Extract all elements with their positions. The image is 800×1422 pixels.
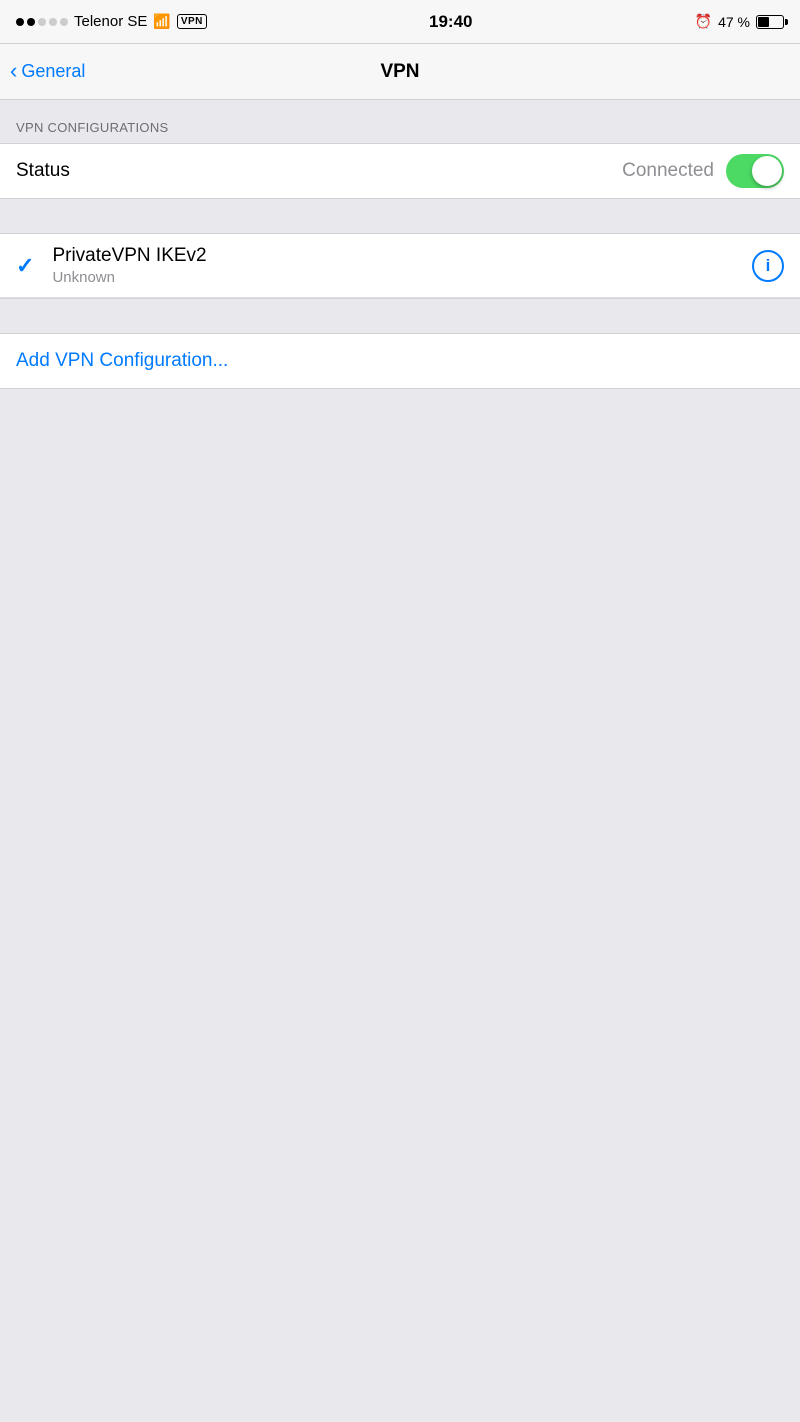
- status-group: Status Connected: [0, 143, 800, 199]
- back-button[interactable]: ‹ General: [10, 61, 85, 82]
- status-bar: Telenor SE 📶 VPN 19:40 ⏰ 47 %: [0, 0, 800, 44]
- signal-dot-4: [49, 18, 57, 26]
- alarm-icon: ⏰: [695, 13, 712, 30]
- back-label: General: [21, 61, 85, 82]
- status-value: Connected: [622, 160, 714, 182]
- signal-dot-3: [38, 18, 46, 26]
- add-vpn-row[interactable]: Add VPN Configuration...: [0, 333, 800, 389]
- status-row: Status Connected: [0, 144, 800, 198]
- battery-icon: [756, 15, 784, 29]
- vpn-toggle[interactable]: [726, 154, 784, 188]
- info-icon: i: [766, 256, 771, 276]
- wifi-icon: 📶: [153, 13, 170, 30]
- nav-bar: ‹ General VPN: [0, 44, 800, 100]
- signal-dot-2: [27, 18, 35, 26]
- add-vpn-label: Add VPN Configuration...: [16, 350, 228, 372]
- vpn-config-status: Unknown: [52, 269, 752, 286]
- spacer-2: [0, 299, 800, 333]
- status-bar-left: Telenor SE 📶 VPN: [16, 13, 207, 30]
- vpn-config-name: PrivateVPN IKEv2: [52, 245, 752, 267]
- spacer-1: [0, 199, 800, 233]
- checkmark-icon: ✓: [16, 253, 34, 279]
- carrier-name: Telenor SE: [74, 13, 147, 30]
- info-button[interactable]: i: [752, 250, 784, 282]
- nav-title: VPN: [380, 61, 419, 83]
- vpn-badge: VPN: [177, 14, 207, 29]
- vpn-configurations-label: VPN CONFIGURATIONS: [0, 100, 800, 143]
- vpn-config-row[interactable]: ✓ PrivateVPN IKEv2 Unknown i: [0, 234, 800, 298]
- status-bar-time: 19:40: [429, 12, 472, 32]
- vpn-config-group: ✓ PrivateVPN IKEv2 Unknown i: [0, 233, 800, 299]
- signal-dot-1: [16, 18, 24, 26]
- signal-dot-5: [60, 18, 68, 26]
- vpn-config-text: PrivateVPN IKEv2 Unknown: [52, 245, 752, 286]
- signal-dots: [16, 18, 68, 26]
- bottom-area: [0, 389, 800, 1089]
- status-row-right: Connected: [622, 154, 784, 188]
- battery-fill: [758, 17, 769, 27]
- battery-percent: 47 %: [718, 14, 750, 30]
- status-label: Status: [16, 160, 70, 182]
- status-bar-right: ⏰ 47 %: [695, 13, 784, 30]
- back-chevron-icon: ‹: [10, 60, 17, 82]
- toggle-knob: [752, 156, 782, 186]
